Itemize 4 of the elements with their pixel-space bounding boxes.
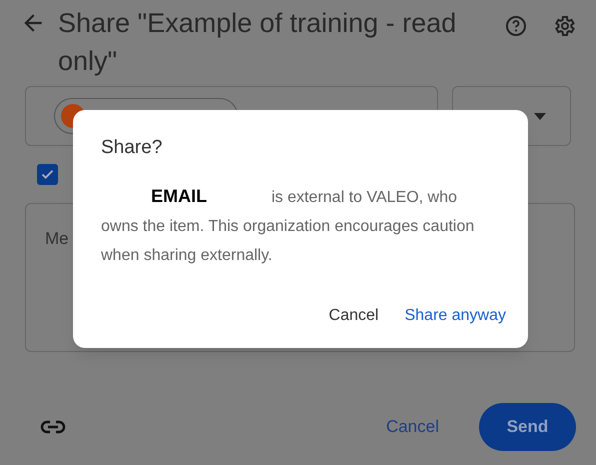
dialog-title: Share "Example of training - read only" — [58, 7, 458, 78]
message-placeholder: Me — [45, 229, 69, 248]
confirm-message: EMAIL is external to VALEO, who owns the item. This organization encourages caution when sharing externally. — [101, 184, 476, 266]
confirm-title: Share? — [101, 136, 164, 160]
